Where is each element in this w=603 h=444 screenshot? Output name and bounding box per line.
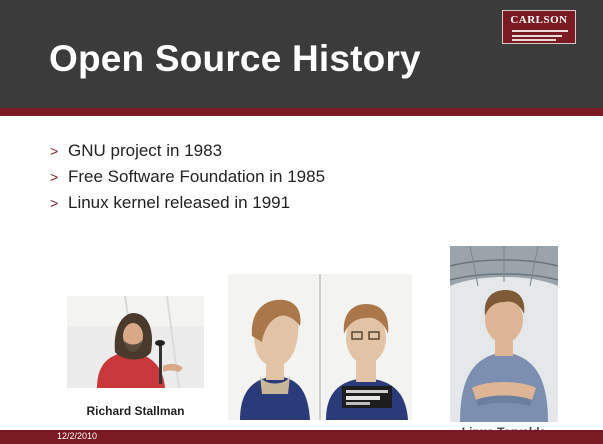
slide-title: Open Source History [49, 38, 421, 79]
bullet-list: > GNU project in 1983 > Free Software Fo… [50, 138, 325, 216]
richard-stallman-photo [67, 296, 204, 388]
title-bar: Open Source History CARLSON [0, 0, 603, 108]
carlson-logo: CARLSON [502, 10, 576, 44]
bullet-text: Free Software Foundation in 1985 [68, 167, 326, 186]
bullet-item: > Linux kernel released in 1991 [50, 190, 325, 216]
bullet-marker: > [50, 195, 59, 211]
logo-wordmark: CARLSON [510, 14, 568, 26]
logo-rule [512, 35, 562, 37]
title-underline [0, 108, 603, 116]
bullet-item: > Free Software Foundation in 1985 [50, 164, 325, 190]
linus-torvalds-photo [450, 246, 558, 422]
logo-rule [512, 30, 568, 32]
bullet-text: GNU project in 1983 [68, 141, 223, 160]
slide-date: 12/2/2010 [57, 431, 98, 441]
bullet-text: Linux kernel released in 1991 [68, 193, 291, 212]
bullet-marker: > [50, 169, 59, 185]
mugshot-photo [228, 274, 412, 420]
slide: Open Source History CARLSON > GNU projec… [0, 0, 603, 444]
caption-richard-stallman: Richard Stallman [86, 404, 185, 418]
logo-rule [512, 39, 556, 41]
bullet-marker: > [50, 143, 59, 159]
bullet-item: > GNU project in 1983 [50, 138, 325, 164]
